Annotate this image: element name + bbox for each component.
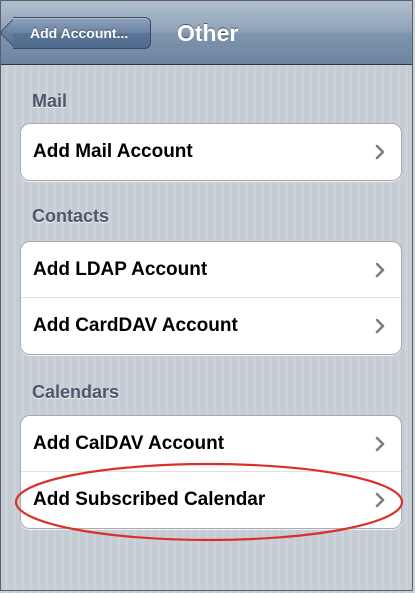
- navigation-bar: Add Account... Other: [0, 1, 412, 65]
- list-item-add-carddav-account[interactable]: Add CardDAV Account: [21, 298, 401, 354]
- list-item-add-ldap-account[interactable]: Add LDAP Account: [21, 242, 401, 298]
- list-item-label: Add CardDAV Account: [33, 315, 238, 336]
- chevron-right-icon: [375, 318, 385, 334]
- group-calendars: Add CalDAV Account Add Subscribed Calend…: [20, 415, 402, 529]
- section-header-mail: Mail: [32, 91, 68, 111]
- list-item-label: Add Subscribed Calendar: [33, 489, 266, 510]
- back-button[interactable]: Add Account...: [13, 17, 151, 49]
- list-item-add-mail-account[interactable]: Add Mail Account: [21, 124, 401, 180]
- list-item-add-subscribed-calendar[interactable]: Add Subscribed Calendar: [21, 472, 401, 528]
- page-title: Other: [177, 20, 239, 46]
- chevron-right-icon: [375, 436, 385, 452]
- chevron-right-icon: [375, 144, 385, 160]
- list-item-add-caldav-account[interactable]: Add CalDAV Account: [21, 416, 401, 472]
- chevron-right-icon: [375, 262, 385, 278]
- group-mail: Add Mail Account: [20, 123, 402, 181]
- chevron-right-icon: [375, 492, 385, 508]
- list-item-label: Add Mail Account: [33, 141, 193, 162]
- list-item-label: Add CalDAV Account: [33, 433, 225, 454]
- section-header-contacts: Contacts: [32, 206, 110, 226]
- group-contacts: Add LDAP Account Add CardDAV Account: [20, 241, 402, 355]
- section-header-calendars: Calendars: [32, 382, 120, 402]
- list-item-label: Add LDAP Account: [33, 259, 208, 280]
